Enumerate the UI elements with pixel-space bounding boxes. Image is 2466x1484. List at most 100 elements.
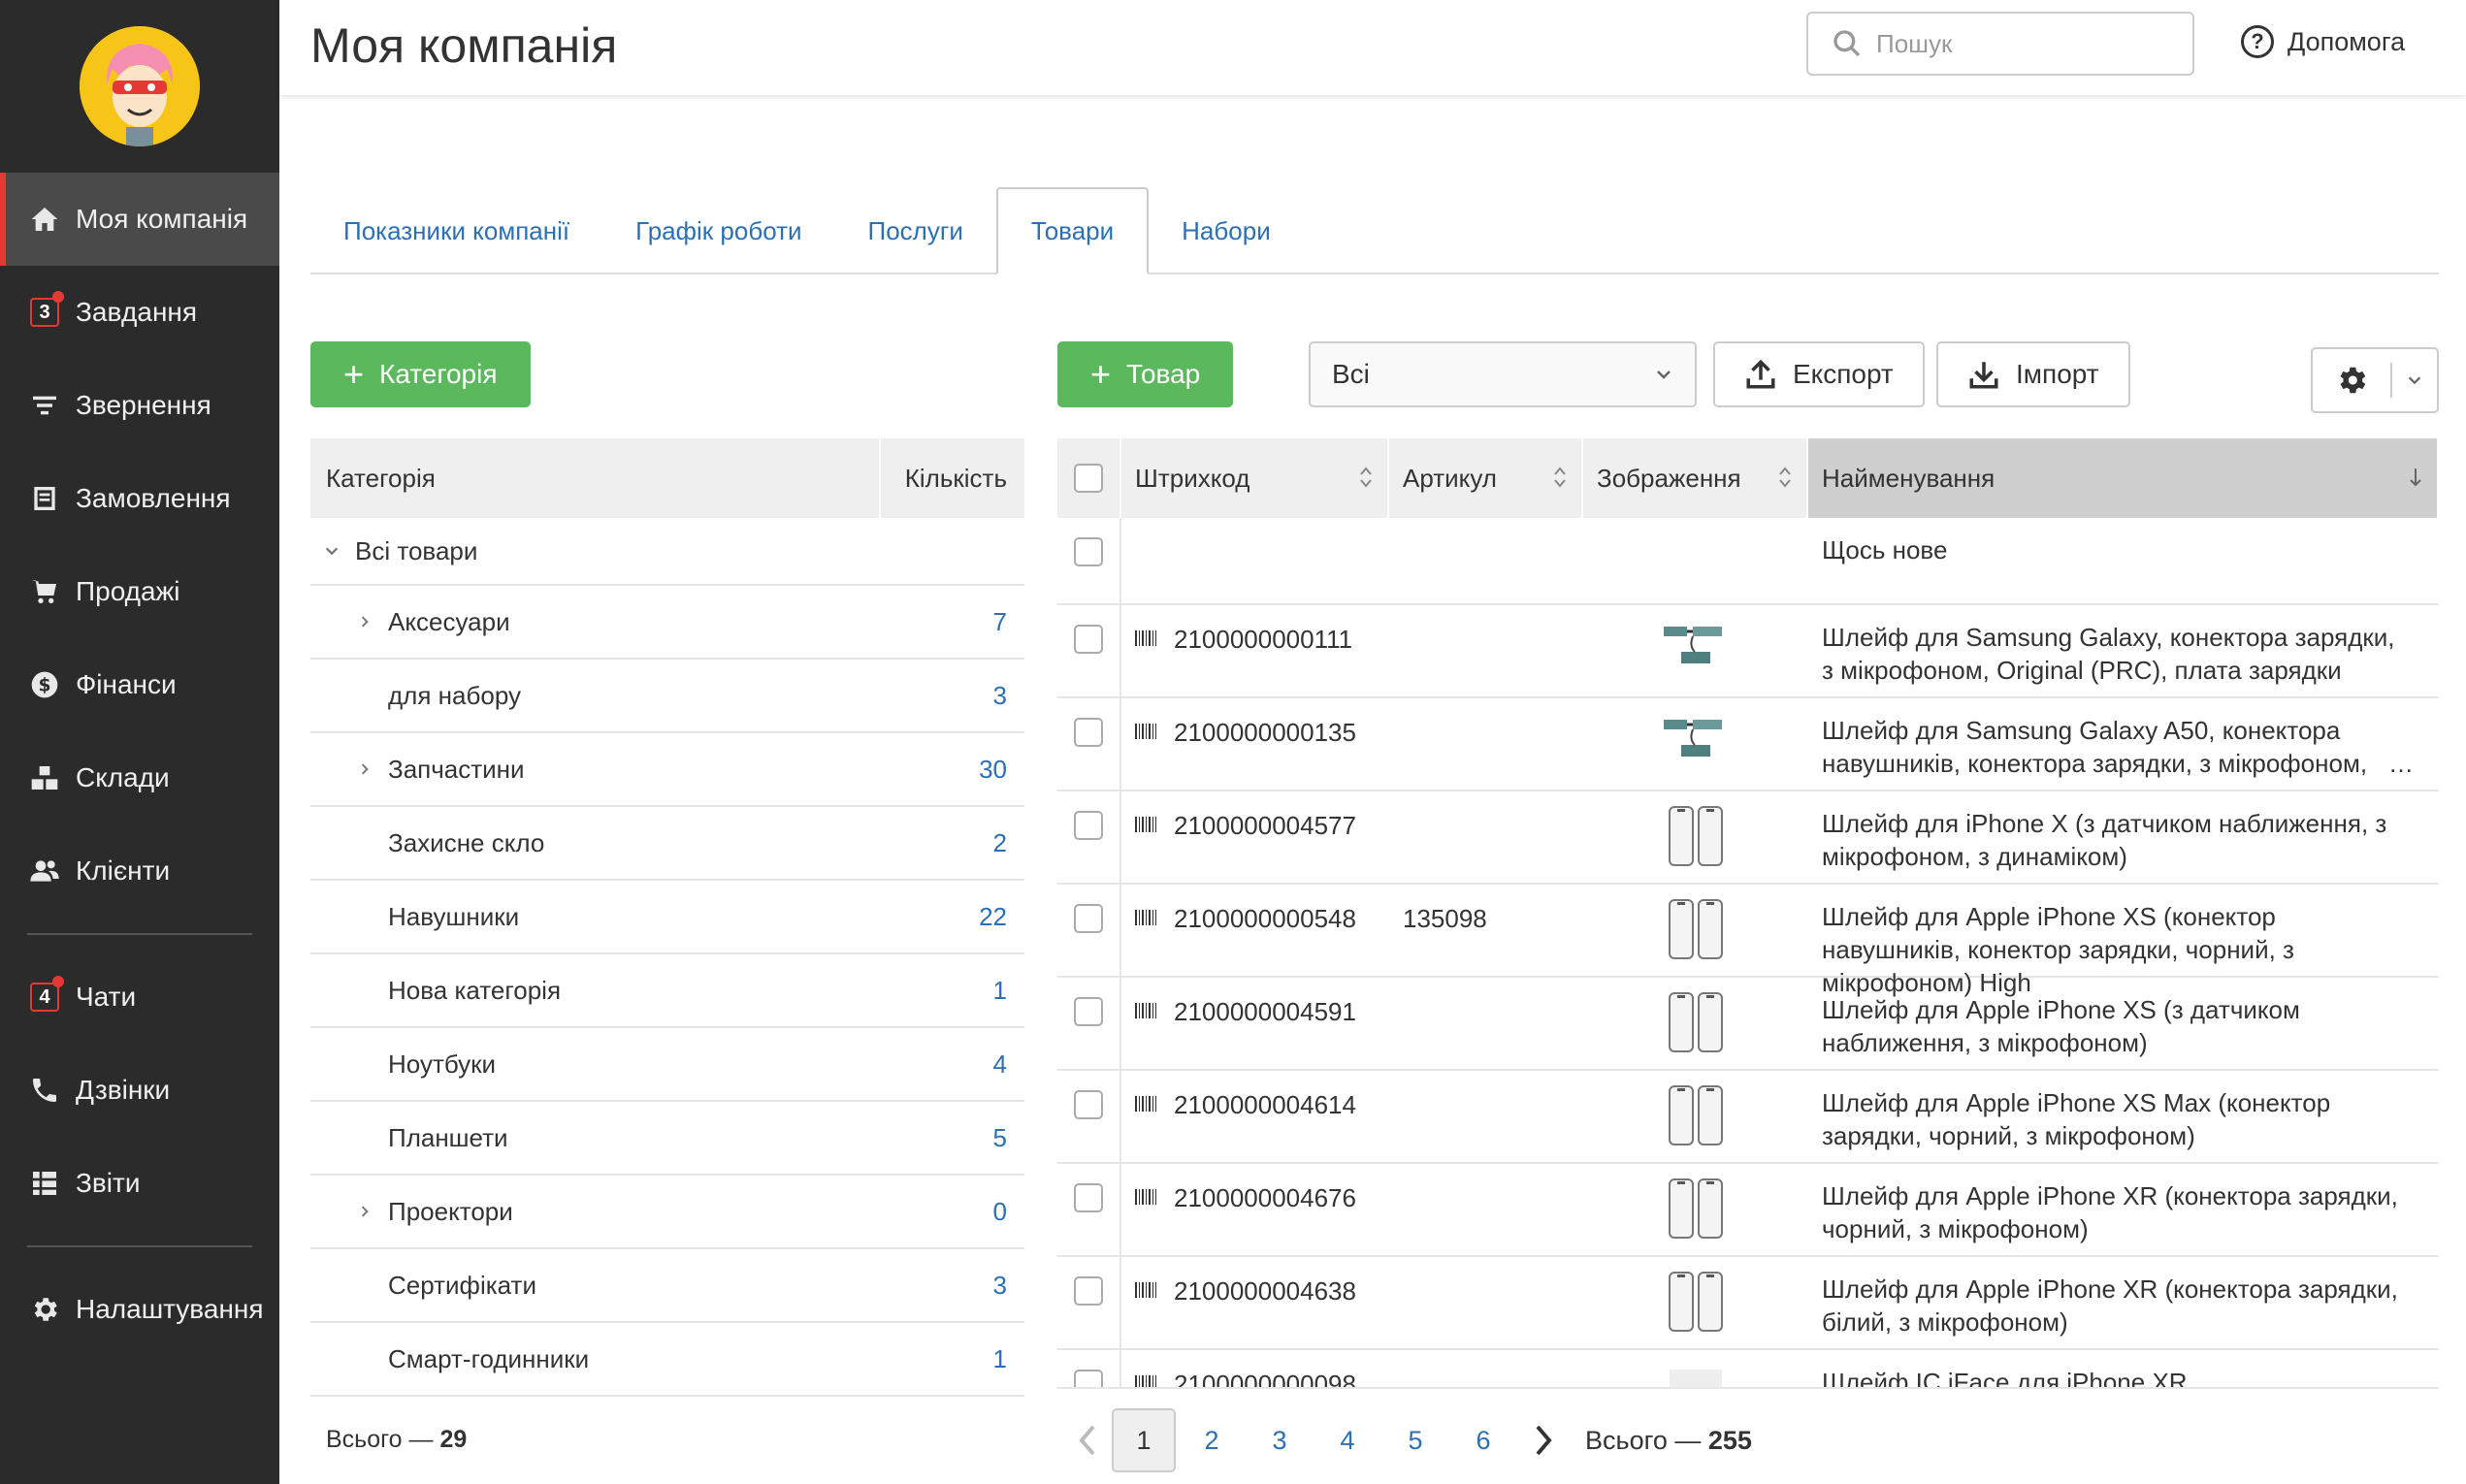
page-button-2[interactable]: 2 [1180, 1408, 1244, 1472]
chevron-right-icon[interactable] [353, 760, 376, 778]
search-input[interactable] [1876, 28, 2167, 59]
table-row[interactable]: 2100000000135 Шлейф для Samsung Galaxy A5… [1057, 698, 2439, 791]
import-button[interactable]: Імпорт [1936, 341, 2130, 407]
category-count[interactable]: 3 [908, 681, 1024, 711]
name-cell[interactable]: Шлейф для Samsung Galaxy A50, конектора … [1808, 698, 2439, 790]
page-button-4[interactable]: 4 [1315, 1408, 1379, 1472]
category-row[interactable]: Навушники 22 [310, 881, 1024, 954]
name-cell[interactable]: Шлейф для Apple iPhone XS Max (конектор … [1808, 1071, 2439, 1162]
chevron-down-icon[interactable] [320, 542, 343, 560]
select-all-checkbox[interactable] [1074, 464, 1103, 493]
add-category-button[interactable]: + Категорія [310, 341, 531, 407]
table-row[interactable]: 2100000000548 135098 Шлейф для Apple iPhon… [1057, 885, 2439, 997]
row-checkbox[interactable] [1074, 811, 1103, 840]
table-row[interactable]: 2100000004577 Шлейф для iPhone X (з датчи… [1057, 791, 2439, 885]
column-header-image[interactable]: Зображення [1583, 438, 1808, 518]
help-link[interactable]: ? Допомога [2241, 25, 2405, 58]
row-checkbox[interactable] [1074, 1183, 1103, 1212]
row-checkbox[interactable] [1074, 625, 1103, 654]
table-row[interactable]: 2100000004614 Шлейф для Apple iPhone XS M… [1057, 1071, 2439, 1164]
column-header-category[interactable]: Категорія [310, 438, 881, 518]
category-count[interactable]: 3 [908, 1271, 1024, 1301]
category-row[interactable]: Захисне скло 2 [310, 807, 1024, 881]
row-checkbox[interactable] [1074, 718, 1103, 747]
nav-item-orders[interactable]: Замовлення [0, 452, 279, 545]
tab-sets[interactable]: Набори [1149, 187, 1304, 274]
nav-item-sales[interactable]: Продажі [0, 545, 279, 638]
name-cell[interactable]: Шлейф для Apple iPhone XS (конектор наву… [1808, 885, 2439, 997]
category-row[interactable]: Ноутбуки 4 [310, 1028, 1024, 1102]
nav-item-settings[interactable]: Налаштування [0, 1263, 279, 1356]
nav-item-clients[interactable]: Клієнти [0, 824, 279, 918]
avatar[interactable] [80, 26, 200, 146]
row-checkbox[interactable] [1074, 1276, 1103, 1306]
row-checkbox[interactable] [1074, 904, 1103, 933]
filter-select[interactable]: Всі [1309, 341, 1697, 407]
chevron-right-icon[interactable] [353, 1203, 376, 1220]
category-count[interactable]: 1 [908, 976, 1024, 1006]
column-header-barcode[interactable]: Штрихкод [1121, 438, 1389, 518]
name-cell[interactable]: Шлейф для iPhone X (з датчиком наближенн… [1808, 791, 2439, 883]
page-button-1[interactable]: 1 [1112, 1408, 1176, 1472]
category-row[interactable]: Аксесуари 7 [310, 586, 1024, 660]
nav-item-tasks[interactable]: 3 Завдання [0, 266, 279, 359]
row-checkbox[interactable] [1074, 1090, 1103, 1119]
tab-products[interactable]: Товари [995, 187, 1150, 274]
category-row[interactable]: Сертифікати 3 [310, 1249, 1024, 1323]
nav-item-reports[interactable]: Звіти [0, 1137, 279, 1230]
next-page-icon[interactable] [1519, 1424, 1568, 1457]
category-count[interactable]: 30 [908, 755, 1024, 785]
column-header-count[interactable]: Кількість [881, 438, 1024, 518]
category-row[interactable]: Планшети 5 [310, 1102, 1024, 1176]
top-header: Моя компанія ? Допомога [279, 0, 2466, 95]
page-button-6[interactable]: 6 [1451, 1408, 1515, 1472]
row-checkbox[interactable] [1074, 1370, 1103, 1387]
category-count[interactable]: 2 [908, 828, 1024, 858]
name-cell[interactable]: Шлейф для Apple iPhone XS (з датчиком на… [1808, 978, 2439, 1069]
table-row[interactable]: 2100000000098 Шлейф IC iFace для iPhone X… [1057, 1350, 2439, 1389]
page-button-5[interactable]: 5 [1383, 1408, 1447, 1472]
export-button[interactable]: Експорт [1713, 341, 1925, 407]
column-header-article[interactable]: Артикул [1389, 438, 1583, 518]
nav-item-chats[interactable]: 4 Чати [0, 951, 279, 1044]
row-checkbox[interactable] [1074, 997, 1103, 1026]
table-row[interactable]: 2100000004676 Шлейф для Apple iPhone XR (… [1057, 1164, 2439, 1257]
category-row[interactable]: Нова категорія 1 [310, 954, 1024, 1028]
table-row[interactable]: 2100000004638 Шлейф для Apple iPhone XR (… [1057, 1257, 2439, 1350]
category-row[interactable]: Смарт-годинники 1 [310, 1323, 1024, 1397]
nav-item-my-company[interactable]: Моя компанія [0, 173, 279, 266]
page-button-3[interactable]: 3 [1248, 1408, 1312, 1472]
name-cell[interactable]: Шлейф для Apple iPhone XR (конектора зар… [1808, 1257, 2439, 1348]
category-count[interactable]: 7 [908, 607, 1024, 637]
nav-item-requests[interactable]: Звернення [0, 359, 279, 452]
row-checkbox[interactable] [1074, 537, 1103, 566]
table-row[interactable]: Щось нове [1057, 518, 2439, 605]
category-count[interactable]: 22 [908, 902, 1024, 932]
nav-item-warehouses[interactable]: Склади [0, 731, 279, 824]
prev-page-icon[interactable] [1063, 1424, 1112, 1457]
add-product-button[interactable]: + Товар [1057, 341, 1234, 407]
table-row[interactable]: 2100000004591 Шлейф для Apple iPhone XS (… [1057, 978, 2439, 1071]
search-box[interactable] [1806, 12, 2194, 76]
chevron-right-icon[interactable] [353, 613, 376, 630]
category-row[interactable]: для набору 3 [310, 660, 1024, 733]
nav-item-calls[interactable]: Дзвінки [0, 1044, 279, 1137]
column-header-name[interactable]: Найменування [1808, 438, 2439, 518]
tab-work-schedule[interactable]: Графік роботи [602, 187, 834, 274]
category-row[interactable]: Запчастини 30 [310, 733, 1024, 807]
name-cell[interactable]: Шлейф IC iFace для iPhone XR [1808, 1350, 2439, 1387]
name-cell[interactable]: Шлейф для Apple iPhone XR (конектора зар… [1808, 1164, 2439, 1255]
category-row-root[interactable]: Всі товари [310, 518, 1024, 586]
name-cell[interactable]: Щось нове [1808, 518, 2439, 603]
tab-company-indicators[interactable]: Показники компанії [310, 187, 602, 274]
table-settings-button[interactable] [2311, 347, 2439, 413]
tab-services[interactable]: Послуги [835, 187, 996, 274]
category-count[interactable]: 1 [908, 1344, 1024, 1374]
category-count[interactable]: 4 [908, 1049, 1024, 1080]
category-row[interactable]: Проектори 0 [310, 1176, 1024, 1249]
nav-item-finance[interactable]: $ Фінанси [0, 638, 279, 731]
name-cell[interactable]: Шлейф для Samsung Galaxy, конектора заря… [1808, 605, 2439, 696]
category-count[interactable]: 0 [908, 1197, 1024, 1227]
category-count[interactable]: 5 [908, 1123, 1024, 1153]
table-row[interactable]: 2100000000111 Шлейф для Samsung Galaxy, к… [1057, 605, 2439, 698]
